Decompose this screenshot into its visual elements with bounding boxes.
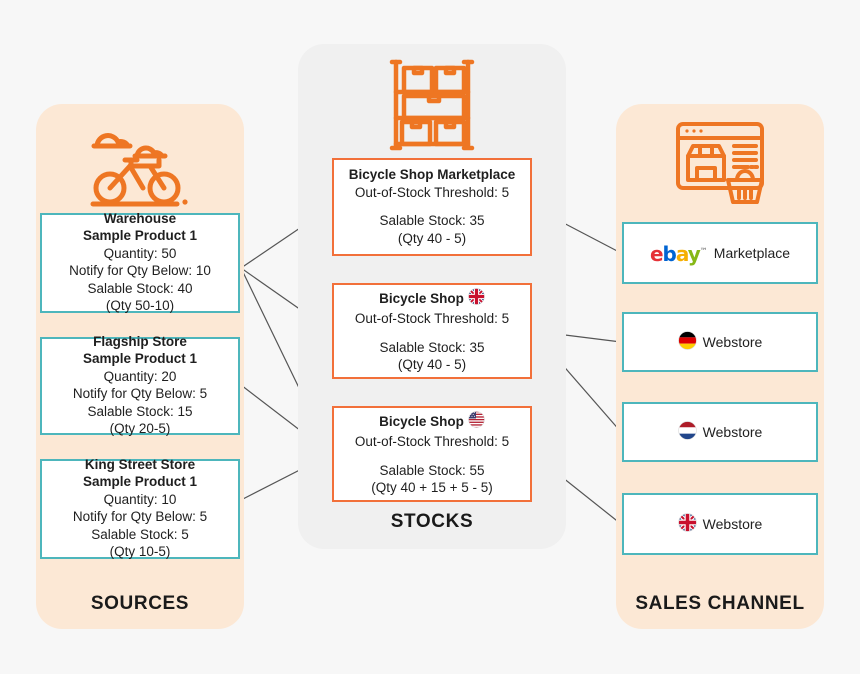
channel-card-uk-webstore[interactable]: Webstore [622, 493, 818, 555]
source-salable: Salable Stock: 5 [91, 526, 189, 542]
source-notify: Notify for Qty Below: 5 [72, 386, 208, 402]
stocks-panel-title: STOCKS [390, 511, 474, 532]
source-card-king-street-store[interactable]: King Street Store Sample Product 1 Quant… [40, 457, 240, 560]
source-salable: Salable Stock: 15 [87, 403, 193, 419]
source-product: Sample Product 1 [82, 350, 198, 366]
bicycle-clouds-icon [81, 122, 199, 215]
ebay-letter-y: y [687, 242, 701, 266]
source-name: Warehouse [103, 211, 177, 227]
channel-label: Marketplace [713, 245, 791, 261]
stock-salable: Salable Stock: 35 [379, 339, 485, 355]
channel-label: Webstore [702, 516, 763, 532]
channel-card-nl-webstore[interactable]: Webstore [622, 402, 818, 462]
stock-salable: Salable Stock: 55 [379, 462, 485, 478]
stock-formula: (Qty 40 + 15 + 5 - 5) [371, 480, 493, 496]
ebay-letter-a: a [675, 242, 689, 266]
ebay-letter-b: b [662, 242, 677, 266]
source-salable: Salable Stock: 40 [87, 280, 193, 296]
source-notify: Notify for Qty Below: 10 [69, 263, 211, 279]
source-card-warehouse[interactable]: Warehouse Sample Product 1 Quantity: 50 … [40, 211, 240, 314]
source-quantity: Quantity: 50 [103, 245, 177, 261]
stock-name: Bicycle Shop [379, 413, 464, 429]
online-storefront-icon [670, 118, 770, 215]
de-flag-icon [677, 331, 697, 353]
diagram-canvas: SOURCES Warehouse Sample Product 1 Quant… [0, 0, 860, 674]
stock-name: Bicycle Shop Marketplace [348, 166, 516, 182]
stock-formula: (Qty 40 - 5) [397, 230, 467, 246]
stock-threshold: Out-of-Stock Threshold: 5 [354, 434, 510, 450]
channel-label: Webstore [702, 334, 763, 350]
stock-formula: (Qty 40 - 5) [397, 357, 467, 373]
source-formula: (Qty 10-5) [109, 544, 171, 560]
stock-salable: Salable Stock: 35 [379, 213, 485, 229]
sales-channel-panel-title: SALES CHANNEL [635, 593, 805, 614]
channel-card-de-webstore[interactable]: Webstore [622, 312, 818, 372]
ebay-logo: ebay™ [650, 244, 708, 264]
source-notify: Notify for Qty Below: 5 [72, 509, 208, 525]
source-quantity: Quantity: 10 [103, 491, 177, 507]
source-product: Sample Product 1 [82, 227, 198, 243]
stock-threshold: Out-of-Stock Threshold: 5 [354, 184, 510, 200]
source-formula: (Qty 50-10) [105, 298, 175, 314]
source-name: Flagship Store [93, 334, 187, 350]
stock-threshold: Out-of-Stock Threshold: 5 [354, 311, 510, 327]
ebay-trademark: ™ [699, 246, 708, 256]
stock-card-bicycle-shop-uk[interactable]: Bicycle Shop Out-of-Stock Threshold: 5 S… [332, 283, 532, 379]
warehouse-shelf-icon [386, 56, 478, 157]
ebay-letter-e: e [649, 242, 664, 266]
sources-panel-title: SOURCES [90, 593, 190, 614]
stock-name: Bicycle Shop [379, 290, 464, 306]
uk-flag-icon [468, 288, 485, 310]
source-formula: (Qty 20-5) [109, 421, 171, 437]
channel-card-ebay-marketplace[interactable]: ebay™ Marketplace [622, 222, 818, 284]
source-card-flagship-store[interactable]: Flagship Store Sample Product 1 Quantity… [40, 334, 240, 437]
stock-card-bicycle-shop-us[interactable]: Bicycle Shop Out-of-Stock Threshold: 5 S… [332, 406, 532, 502]
source-name: King Street Store [84, 457, 196, 473]
source-product: Sample Product 1 [82, 473, 198, 489]
channel-label: Webstore [702, 424, 763, 440]
us-flag-icon [468, 411, 485, 433]
uk-flag-icon [677, 513, 697, 535]
stock-card-bicycle-shop-marketplace[interactable]: Bicycle Shop Marketplace Out-of-Stock Th… [332, 158, 532, 256]
source-quantity: Quantity: 20 [103, 368, 177, 384]
nl-flag-icon [677, 421, 697, 443]
